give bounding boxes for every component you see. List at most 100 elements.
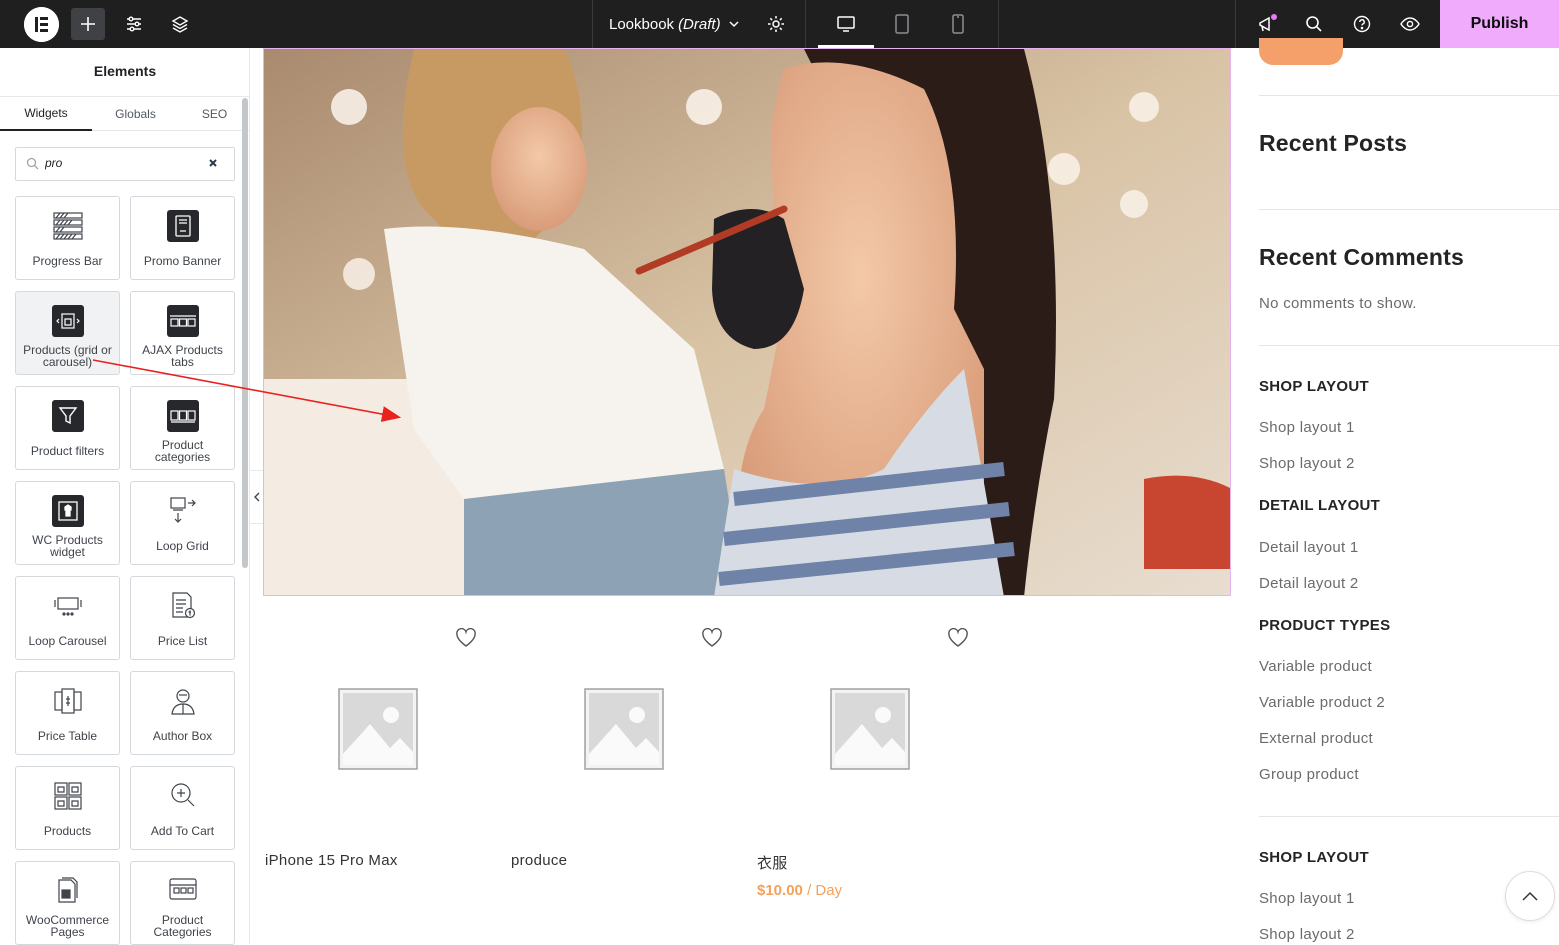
structure-layers-icon[interactable]	[164, 0, 196, 48]
products-carousel-icon	[52, 305, 84, 337]
menu-heading-product-types: PRODUCT TYPES	[1259, 617, 1391, 634]
preview-eye-icon[interactable]	[1394, 0, 1426, 48]
divider	[1259, 345, 1559, 346]
menu-link[interactable]: Shop layout 1	[1259, 419, 1355, 436]
progress-bar-icon	[52, 210, 84, 242]
filter-icon	[52, 400, 84, 432]
widget-label: Author Box	[152, 729, 213, 743]
widget-woocommerce-pages[interactable]: WooCommerce Pages	[15, 861, 120, 945]
loop-grid-icon	[167, 495, 199, 527]
page-settings-gear-icon[interactable]	[760, 0, 792, 48]
product-name[interactable]: produce	[511, 852, 567, 869]
no-comments-text: No comments to show.	[1259, 295, 1417, 312]
widget-products-grid-carousel[interactable]: Products (grid or carousel)	[15, 291, 120, 375]
widget-product-categories[interactable]: Product categories	[130, 386, 235, 470]
widget-label: Product filters	[30, 444, 105, 458]
product-name[interactable]: iPhone 15 Pro Max	[265, 852, 398, 869]
widget-loop-carousel[interactable]: Loop Carousel	[15, 576, 120, 660]
widget-products[interactable]: Products	[15, 766, 120, 850]
widget-add-to-cart[interactable]: Add To Cart	[130, 766, 235, 850]
menu-link[interactable]: Shop layout 1	[1259, 890, 1355, 907]
clear-search-icon[interactable]	[207, 157, 219, 169]
ajax-products-tabs-icon	[167, 305, 199, 337]
product-placeholder-image[interactable]	[338, 688, 418, 770]
product-card[interactable]: 衣服 $10.00 / Day	[755, 620, 985, 920]
widget-label: Product categories	[154, 438, 211, 464]
product-placeholder-image[interactable]	[584, 688, 664, 770]
widget-author-box[interactable]: Author Box	[130, 671, 235, 755]
tab-widgets[interactable]: Widgets	[0, 97, 92, 131]
scroll-to-top-button[interactable]	[1505, 871, 1555, 921]
divider	[1259, 816, 1559, 817]
hero-image-makeup-artist[interactable]	[263, 48, 1231, 596]
menu-heading-shop-layout: SHOP LAYOUT	[1259, 849, 1369, 866]
menu-link[interactable]: Variable product 2	[1259, 694, 1385, 711]
promo-banner-icon	[167, 210, 199, 242]
desktop-view-icon[interactable]	[830, 0, 862, 48]
menu-link[interactable]: Shop layout 2	[1259, 926, 1355, 943]
product-card[interactable]: produce	[509, 620, 739, 920]
widget-product-filters[interactable]: Product filters	[15, 386, 120, 470]
product-name[interactable]: 衣服	[757, 852, 788, 873]
add-element-button[interactable]	[71, 8, 105, 40]
product-placeholder-image[interactable]	[830, 688, 910, 770]
publish-button[interactable]: Publish	[1440, 0, 1559, 48]
product-card[interactable]: iPhone 15 Pro Max	[263, 620, 493, 920]
document-status: (Draft)	[678, 15, 721, 33]
elements-panel: Elements Widgets Globals SEO Progress Ba…	[0, 48, 250, 945]
widget-price-list[interactable]: Price List	[130, 576, 235, 660]
chevron-down-icon	[729, 21, 739, 28]
widget-ajax-products-tabs[interactable]: AJAX Products tabs	[130, 291, 235, 375]
site-settings-sliders-icon[interactable]	[118, 0, 150, 48]
orange-button-partial[interactable]	[1259, 38, 1343, 65]
mobile-view-icon[interactable]	[942, 0, 974, 48]
widget-label: Loop Carousel	[28, 634, 107, 648]
widget-label: Products (grid or carousel)	[23, 343, 112, 369]
menu-link[interactable]: Detail layout 1	[1259, 539, 1359, 556]
panel-scrollbar[interactable]	[242, 98, 248, 568]
widget-loop-grid[interactable]: Loop Grid	[130, 481, 235, 565]
menu-heading-detail-layout: DETAIL LAYOUT	[1259, 497, 1381, 514]
tab-globals[interactable]: Globals	[92, 97, 179, 131]
product-price: $10.00 / Day	[757, 882, 842, 899]
divider	[1259, 209, 1559, 210]
widget-label: Promo Banner	[143, 254, 222, 268]
widget-price-table[interactable]: Price Table	[15, 671, 120, 755]
recent-comments-heading: Recent Comments	[1259, 244, 1464, 270]
widget-wc-products[interactable]: WC Products widget	[15, 481, 120, 565]
document-title[interactable]: Lookbook (Draft)	[609, 15, 743, 33]
menu-link[interactable]: Detail layout 2	[1259, 575, 1359, 592]
wc-products-widget-icon	[52, 495, 84, 527]
widget-label: AJAX Products tabs	[142, 343, 223, 369]
widget-label: Add To Cart	[150, 824, 215, 838]
widget-label: Progress Bar	[32, 254, 103, 268]
tablet-view-icon[interactable]	[886, 0, 918, 48]
panel-tabs: Widgets Globals SEO	[0, 96, 250, 131]
widget-label: Loop Grid	[156, 539, 209, 553]
price-list-icon	[167, 590, 199, 622]
menu-link[interactable]: Shop layout 2	[1259, 455, 1355, 472]
wishlist-heart-icon[interactable]	[701, 628, 723, 648]
menu-heading-shop-layout: SHOP LAYOUT	[1259, 378, 1369, 395]
loop-carousel-icon	[52, 590, 84, 622]
wishlist-heart-icon[interactable]	[947, 628, 969, 648]
divider	[592, 0, 593, 48]
menu-link[interactable]: External product	[1259, 730, 1373, 747]
product-categories-icon	[167, 400, 199, 432]
widget-progress-bar[interactable]: Progress Bar	[15, 196, 120, 280]
menu-link[interactable]: Group product	[1259, 766, 1359, 783]
widget-product-categories-alt[interactable]: Product Categories	[130, 861, 235, 945]
product-categories-alt-icon	[167, 875, 199, 907]
elementor-logo-icon[interactable]	[24, 7, 59, 42]
chevron-up-icon	[1522, 891, 1538, 901]
wishlist-heart-icon[interactable]	[455, 628, 477, 648]
widget-label: Price Table	[37, 729, 98, 743]
menu-link[interactable]: Variable product	[1259, 658, 1372, 675]
widget-promo-banner[interactable]: Promo Banner	[130, 196, 235, 280]
help-icon[interactable]	[1346, 0, 1378, 48]
widget-search-input[interactable]	[45, 156, 195, 170]
price-amount: $10.00	[757, 882, 803, 899]
price-unit: / Day	[807, 882, 843, 899]
tab-seo[interactable]: SEO	[179, 97, 250, 131]
price-table-icon	[52, 685, 84, 717]
